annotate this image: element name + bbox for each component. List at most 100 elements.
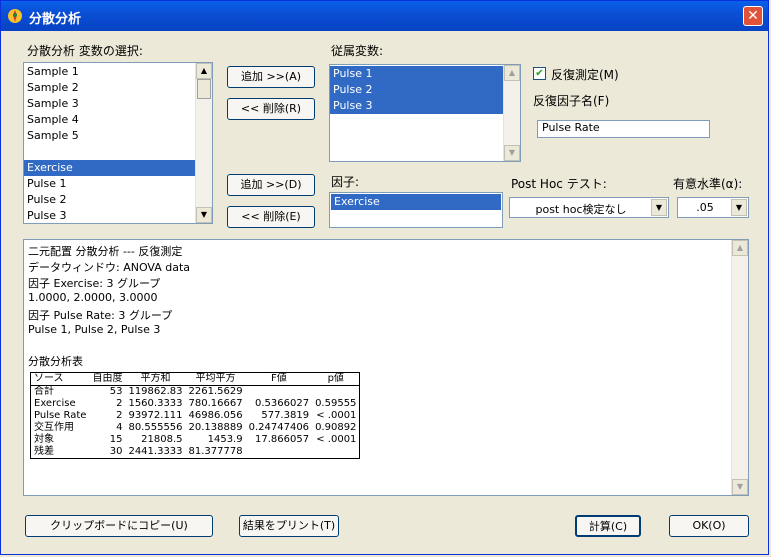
table-row: 残差 30 2441.3333 81.377778 — [31, 446, 360, 459]
anova-header-cell: ソース — [30, 372, 90, 386]
posthoc-select[interactable]: post hoc検定なし ▼ — [509, 197, 669, 218]
variable-list-item[interactable]: Exercise — [24, 160, 195, 176]
anova-cell: 81.377778 — [188, 446, 243, 457]
output-line: 二元配置 分散分析 --- 反復測定 — [28, 245, 183, 258]
anova-header-cell: F値 — [245, 372, 313, 386]
window-title: 分散分析 — [29, 12, 82, 27]
anova-cell: Pulse Rate — [34, 410, 87, 421]
output-line: 因子 Pulse Rate: 3 グループ — [28, 309, 173, 322]
variable-list-item[interactable]: Sample 2 — [24, 80, 195, 96]
dependent-list-item[interactable]: Pulse 3 — [330, 98, 503, 114]
variable-list-item[interactable]: Sample 4 — [24, 112, 195, 128]
variable-list-item[interactable]: Pulse 3 — [24, 208, 195, 223]
anova-cell: 119862.83 — [128, 386, 183, 397]
anova-header-cell: p値 — [312, 372, 360, 386]
anova-cell: 577.3819 — [261, 410, 310, 421]
anova-cell: 残差 — [34, 446, 54, 457]
factor-name-label: 反復因子名(F) — [533, 94, 610, 108]
anova-cell: 17.866057 — [254, 434, 310, 445]
scroll-up-icon[interactable]: ▲ — [732, 240, 748, 256]
posthoc-value: post hoc検定なし — [535, 203, 627, 216]
add-dependent-button[interactable]: 追加 >>(A) — [227, 66, 315, 88]
anova-cell: 2 — [116, 398, 123, 409]
anova-cell: 2441.3333 — [128, 446, 183, 457]
output-line: Pulse 1, Pulse 2, Pulse 3 — [28, 323, 161, 336]
anova-cell — [246, 446, 312, 459]
anova-cell — [312, 446, 360, 459]
dependent-list-item[interactable]: Pulse 1 — [330, 66, 503, 82]
print-results-button[interactable]: 結果をプリント(T) — [239, 515, 339, 537]
posthoc-label: Post Hoc テスト: — [511, 177, 607, 191]
ok-button[interactable]: OK(O) — [669, 515, 749, 537]
anova-cell: 0.24747406 — [248, 422, 310, 433]
output-line: 1.0000, 2.0000, 3.0000 — [28, 291, 158, 304]
table-row: Exercise 2 1560.3333 780.16667 0.5366027 0.59… — [31, 398, 360, 410]
anova-header-cell: 自由度 — [89, 372, 126, 386]
anova-cell: 15 — [109, 434, 123, 445]
variable-listbox[interactable]: Sample 1 Sample 2 Sample 3 Sample 4 Sample 5… — [23, 62, 213, 224]
dependent-list-scrollbar[interactable]: ▲ ▼ — [503, 65, 520, 161]
anova-cell: 53 — [109, 386, 123, 397]
anova-table-title: 分散分析表 — [28, 355, 83, 368]
table-row: Pulse Rate 2 93972.111 46986.056 577.3819 < .… — [31, 410, 360, 422]
anova-cell: < .0001 — [316, 410, 357, 421]
variable-list-item[interactable]: Sample 1 — [24, 64, 195, 80]
anova-header-cell: 平方和 — [125, 372, 186, 386]
anova-cell: 1560.3333 — [128, 398, 183, 409]
repeated-measures-checkbox[interactable]: ✔ — [533, 67, 546, 80]
anova-cell: 0.90892 — [315, 422, 357, 433]
output-line: データウィンドウ: ANOVA data — [28, 261, 191, 274]
results-output[interactable]: 二元配置 分散分析 --- 反復測定 データウィンドウ: ANOVA data 因子… — [23, 239, 749, 496]
variable-list-item[interactable]: Sample 3 — [24, 96, 195, 112]
results-scrollbar[interactable]: ▲ ▼ — [731, 240, 748, 495]
alpha-select[interactable]: .05 ▼ — [677, 197, 749, 218]
anova-cell: 21808.5 — [141, 434, 183, 445]
scroll-down-icon[interactable]: ▼ — [732, 479, 748, 495]
scroll-down-icon[interactable]: ▼ — [504, 145, 520, 161]
close-button[interactable]: ✕ — [743, 6, 763, 26]
factor-listbox[interactable]: Exercise — [329, 192, 503, 228]
chevron-down-icon[interactable]: ▼ — [651, 199, 667, 216]
dependent-listbox[interactable]: Pulse 1 Pulse 2 Pulse 3 ▲ ▼ — [329, 64, 521, 162]
anova-cell: < .0001 — [316, 434, 357, 445]
scroll-down-icon[interactable]: ▼ — [196, 207, 212, 223]
anova-dialog: 分散分析 ✕ 分散分析 変数の選択: Sample 1 Sample 2 Sampl… — [0, 0, 769, 555]
anova-cell: 0.59555 — [315, 398, 357, 409]
anova-cell: Exercise — [34, 398, 76, 409]
anova-cell: 780.16667 — [188, 398, 243, 409]
variable-list-scrollbar[interactable]: ▲ ▼ — [195, 63, 212, 223]
factor-list-item[interactable]: Exercise — [331, 194, 501, 210]
add-factor-button[interactable]: 追加 >>(D) — [227, 174, 315, 196]
variable-list-item[interactable]: Sample 5 — [24, 128, 195, 144]
anova-cell: 30 — [109, 446, 123, 457]
factor-name-input[interactable]: Pulse Rate — [537, 120, 710, 138]
scroll-up-icon[interactable]: ▲ — [196, 63, 212, 79]
table-row: 交互作用 4 80.555556 20.138889 0.24747406 0.90892 — [31, 422, 360, 434]
copy-to-clipboard-button[interactable]: クリップボードにコピー(U) — [25, 515, 213, 537]
scroll-up-icon[interactable]: ▲ — [504, 65, 520, 81]
remove-factor-button[interactable]: << 削除(E) — [227, 206, 315, 228]
app-icon — [8, 9, 22, 23]
output-line: 因子 Exercise: 3 グループ — [28, 277, 161, 290]
anova-header-cell: 平均平方 — [185, 372, 246, 386]
scroll-thumb[interactable] — [197, 79, 211, 99]
anova-cell: 20.138889 — [188, 422, 243, 433]
anova-cell: 46986.056 — [188, 410, 243, 421]
calculate-button[interactable]: 計算(C) — [575, 515, 641, 537]
variable-list-item[interactable] — [24, 144, 195, 160]
remove-dependent-button[interactable]: << 削除(R) — [227, 98, 315, 120]
variable-list-item[interactable]: Pulse 1 — [24, 176, 195, 192]
factor-label: 因子: — [331, 175, 360, 189]
variable-list-item[interactable]: Pulse 2 — [24, 192, 195, 208]
anova-cell: 対象 — [34, 434, 54, 445]
dependent-list-item[interactable]: Pulse 2 — [330, 82, 503, 98]
alpha-label: 有意水準(α): — [673, 177, 743, 191]
chevron-down-icon[interactable]: ▼ — [731, 199, 747, 216]
table-row: 対象 15 21808.5 1453.9 17.866057 < .0001 — [31, 434, 360, 446]
anova-cell — [246, 386, 312, 399]
anova-cell — [312, 386, 360, 399]
anova-cell: 0.5366027 — [254, 398, 310, 409]
variable-list-label: 分散分析 変数の選択: — [27, 44, 143, 58]
repeated-measures-label: 反復測定(M) — [551, 68, 619, 82]
anova-cell: 1453.9 — [207, 434, 243, 445]
